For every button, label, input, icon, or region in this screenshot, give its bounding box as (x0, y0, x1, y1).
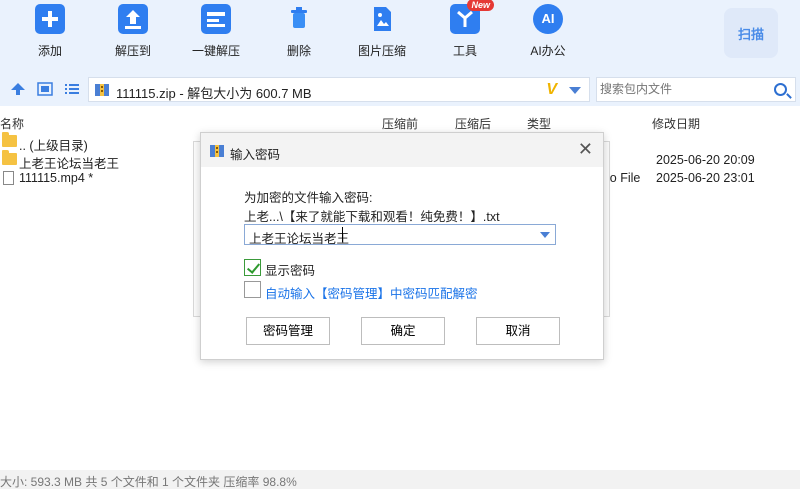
scan-label: 扫描 (737, 27, 764, 42)
add-label: 添加 (37, 44, 62, 58)
extract-to-button[interactable]: 解压到 (98, 4, 168, 59)
column-modified[interactable]: 修改日期 (652, 115, 700, 132)
column-type[interactable]: 类型 (527, 115, 551, 132)
ok-button[interactable]: 确定 (361, 317, 445, 345)
search-icon[interactable] (774, 83, 787, 96)
thumbnail-view-icon[interactable] (37, 82, 53, 96)
encrypted-filename: 上老...\【来了就能下载和观看！纯免费！】.txt (244, 210, 500, 224)
column-compressed[interactable]: 压缩前 (382, 115, 418, 132)
auto-input-label[interactable]: 自动输入【密码管理】中密码匹配解密 (265, 283, 478, 302)
toolbar: 添加 解压到 一键解压 删除 图片压缩 New 工具 AI AI办公 扫描 (0, 0, 800, 72)
new-badge: New (467, 0, 494, 11)
password-value: 上老王论坛当老王 (249, 232, 350, 246)
file-list-header: 名称 压缩前 压缩后 类型 修改日期 (0, 114, 800, 132)
file-icon (3, 171, 14, 185)
one-click-extract-button[interactable]: 一键解压 (181, 4, 251, 59)
extract-to-label: 解压到 (114, 44, 151, 58)
path-field[interactable]: 111115.zip - 解包大小为 600.7 MB V (88, 77, 590, 102)
scan-button[interactable]: 扫描 (724, 8, 778, 58)
v-logo-icon: V (546, 81, 557, 98)
column-name[interactable]: 名称 (0, 115, 24, 132)
file-date: 2025-06-20 20:09 (656, 153, 755, 167)
list-view-icon[interactable] (64, 82, 80, 96)
show-password-label[interactable]: 显示密码 (265, 260, 315, 279)
column-after[interactable]: 压缩后 (455, 115, 491, 132)
status-text: 大小: 593.3 MB 共 5 个文件和 1 个文件夹 压缩率 98.8% (0, 475, 297, 489)
text-caret (342, 227, 343, 242)
cancel-button[interactable]: 取消 (476, 317, 560, 345)
password-input[interactable]: 上老王论坛当老王 (244, 224, 556, 246)
file-name: 111115.mp4 * (19, 171, 94, 185)
one-click-extract-label: 一键解压 (191, 44, 240, 58)
archive-path: 111115.zip - 解包大小为 600.7 MB (116, 86, 312, 101)
dialog-title: 输入密码 (230, 148, 281, 162)
search-input[interactable] (600, 82, 770, 96)
image-compress-label: 图片压缩 (357, 44, 406, 58)
path-bar: 111115.zip - 解包大小为 600.7 MB V (0, 72, 800, 106)
ai-office-button[interactable]: AI AI办公 (513, 4, 583, 59)
password-dropdown-icon[interactable] (540, 232, 550, 238)
image-compress-button[interactable]: 图片压缩 (347, 4, 417, 59)
path-dropdown-icon[interactable] (569, 87, 581, 94)
delete-icon (284, 4, 314, 34)
ai-office-label: AI办公 (530, 44, 566, 58)
up-arrow-icon[interactable] (10, 82, 26, 96)
status-bar: 大小: 593.3 MB 共 5 个文件和 1 个文件夹 压缩率 98.8% (0, 470, 800, 489)
delete-label: 删除 (286, 44, 311, 58)
file-type: io File (607, 171, 641, 185)
password-manager-button[interactable]: 密码管理 (246, 317, 330, 345)
one-click-extract-icon (201, 4, 231, 34)
image-compress-icon (367, 4, 397, 34)
ai-office-icon: AI (533, 4, 563, 34)
zip-archive-icon (95, 84, 109, 96)
search-box (596, 77, 796, 102)
tools-button[interactable]: New 工具 (430, 0, 500, 59)
add-button[interactable]: 添加 (15, 4, 85, 59)
folder-icon (2, 150, 17, 165)
dialog-title-bar[interactable]: 输入密码 ✕ (201, 133, 603, 167)
delete-button[interactable]: 删除 (264, 4, 334, 59)
password-dialog: 输入密码 ✕ 为加密的文件输入密码: 上老...\【来了就能下载和观看！纯免费！… (200, 132, 604, 360)
folder-icon (2, 132, 17, 147)
close-icon[interactable]: ✕ (578, 139, 593, 160)
file-date: 2025-06-20 23:01 (656, 171, 755, 185)
tools-icon: New (450, 0, 494, 34)
extract-to-icon (118, 4, 148, 34)
password-prompt: 为加密的文件输入密码: (244, 191, 373, 205)
tools-label: 工具 (452, 44, 477, 58)
show-password-checkbox[interactable] (244, 259, 261, 276)
auto-input-checkbox[interactable] (244, 281, 261, 298)
zip-archive-icon (210, 145, 224, 157)
add-icon (35, 4, 65, 34)
